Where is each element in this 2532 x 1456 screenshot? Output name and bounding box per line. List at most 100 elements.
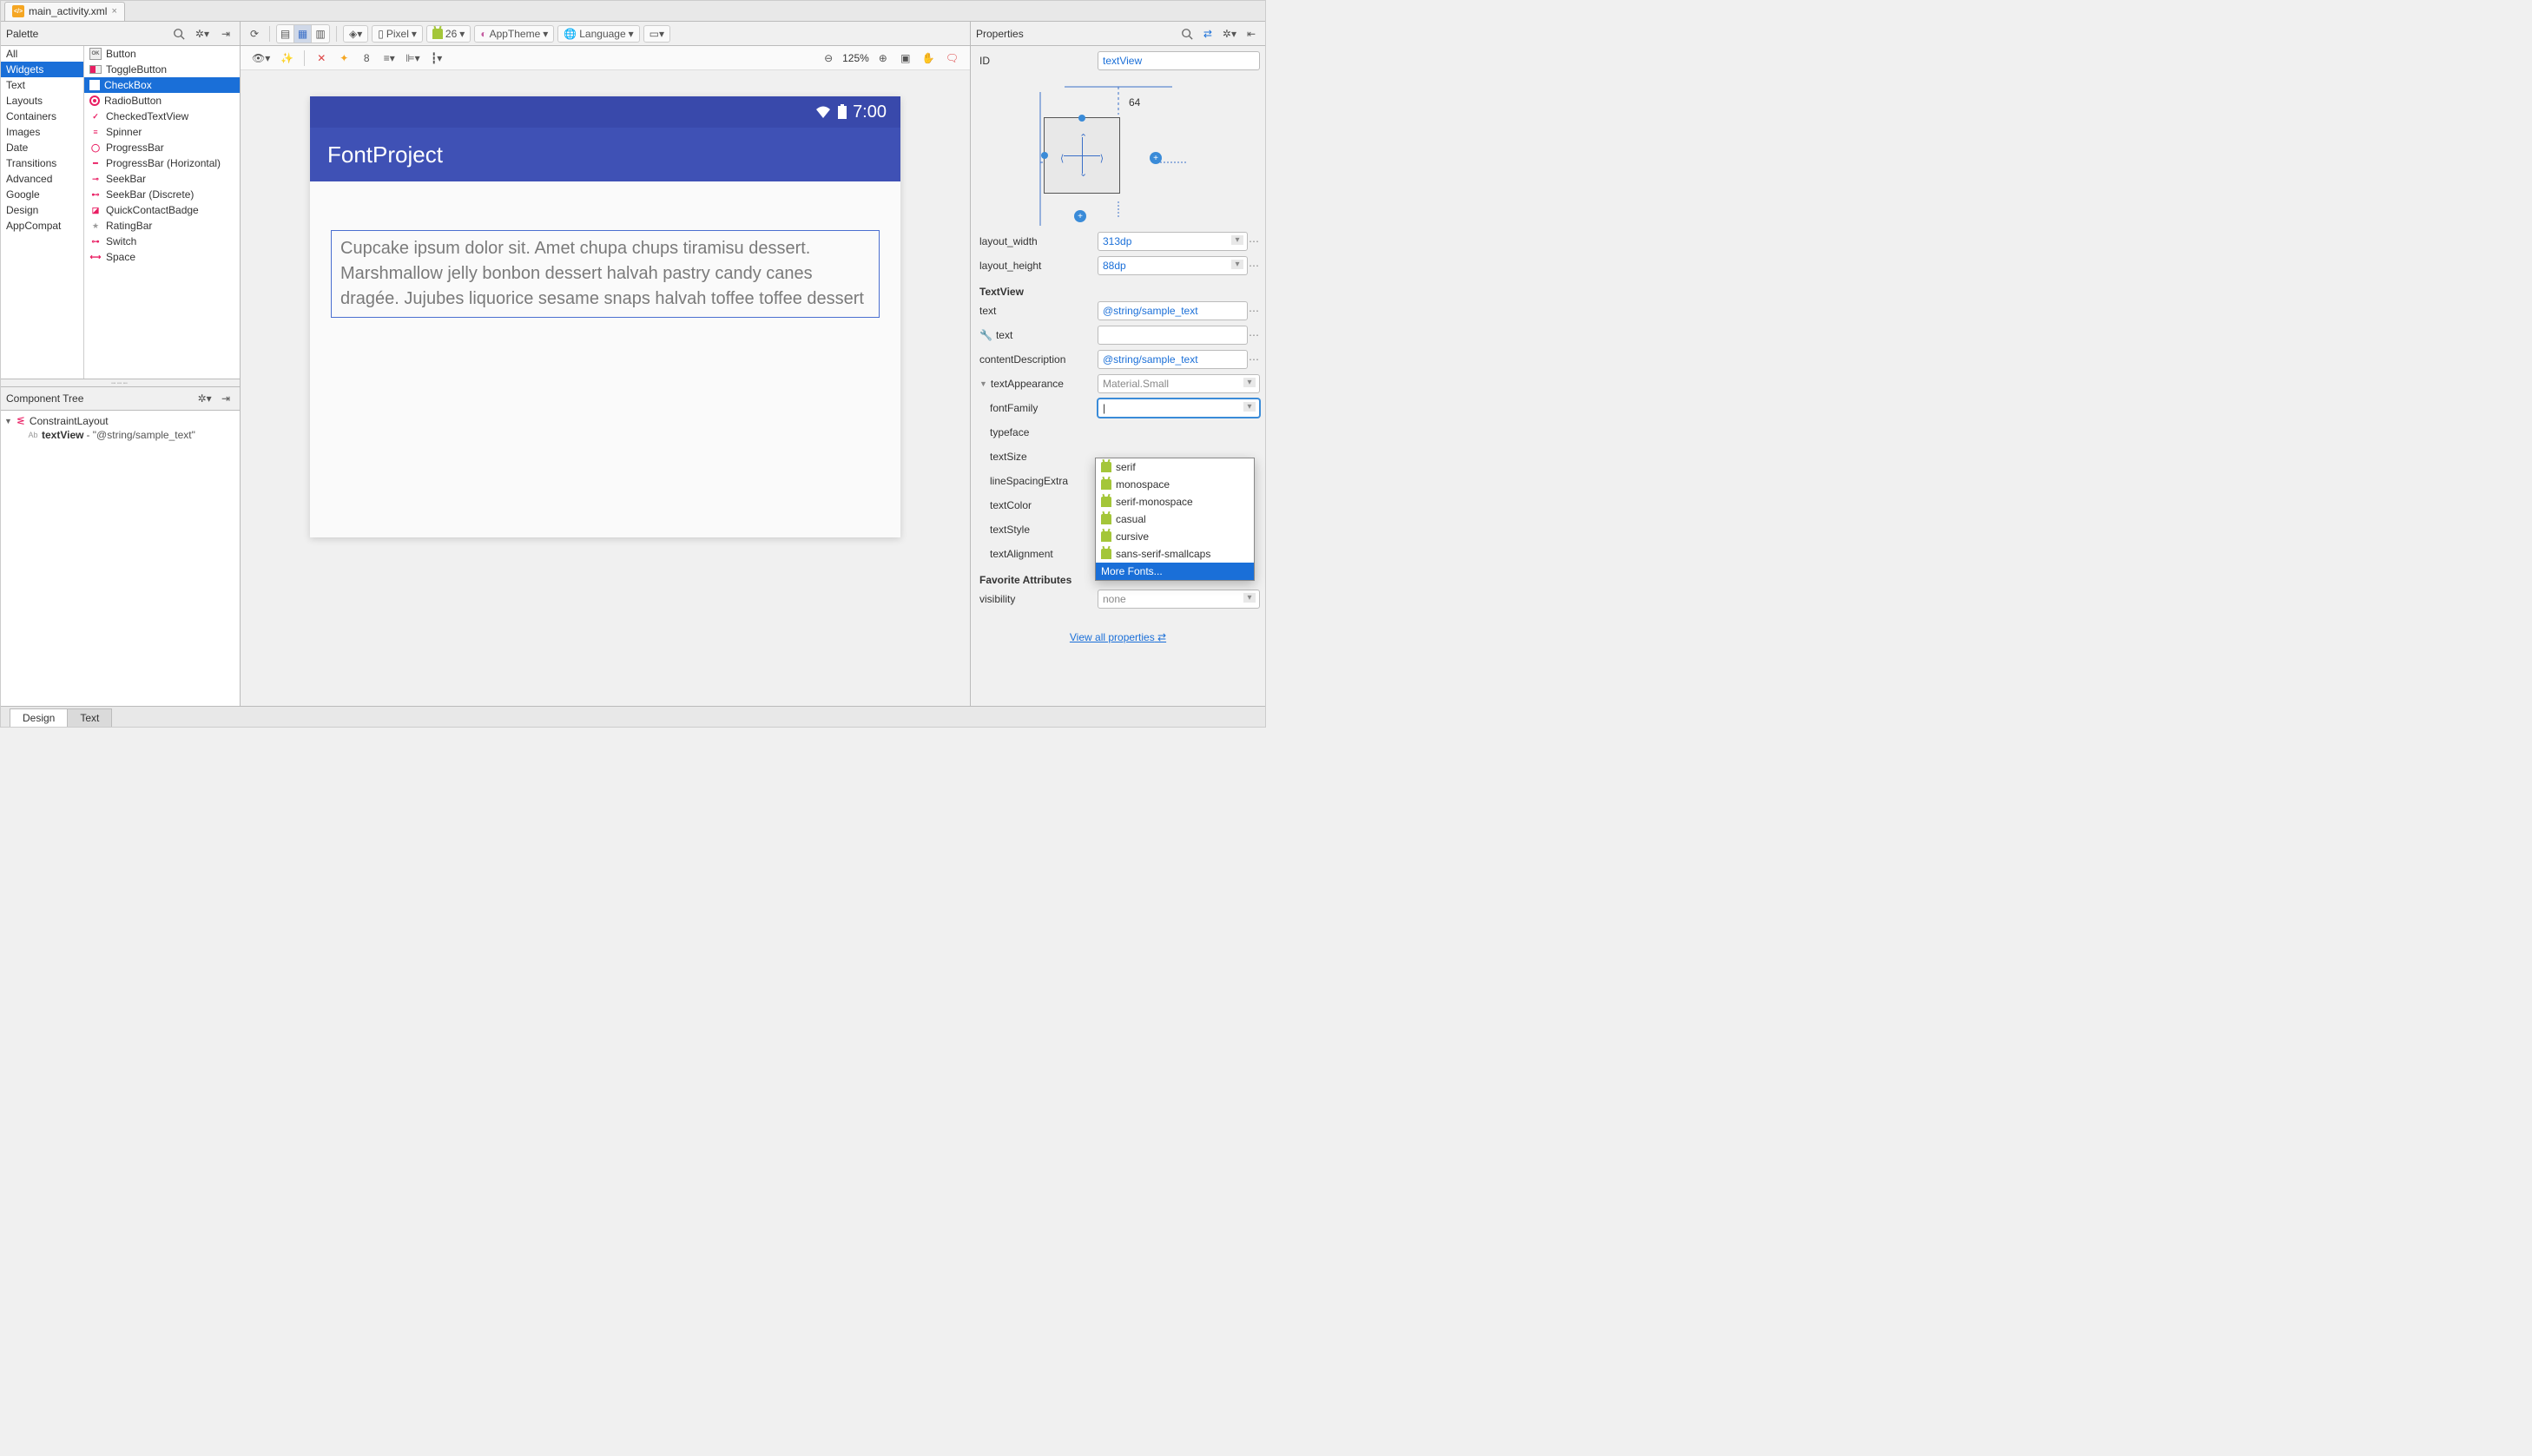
zoom-level: 125%	[842, 52, 869, 64]
android-icon	[1101, 514, 1111, 524]
magic-icon[interactable]: ✨	[278, 49, 296, 67]
guideline-icon[interactable]: ┇▾	[428, 49, 445, 67]
issues-icon[interactable]: 🗨	[943, 49, 961, 67]
text-field[interactable]: @string/sample_text	[1098, 301, 1248, 320]
palette-cat-all[interactable]: All	[1, 46, 83, 62]
more-icon[interactable]: ⋯	[1248, 235, 1260, 247]
drag-handle[interactable]: ┉┉┉	[1, 379, 240, 386]
palette-item-seekbar[interactable]: ⊸SeekBar	[84, 171, 240, 187]
infer-icon[interactable]: ✦	[335, 49, 353, 67]
palette-item-button[interactable]: OKButton	[84, 46, 240, 62]
palette-cat-text[interactable]: Text	[1, 77, 83, 93]
palette-item-switch[interactable]: ⊶Switch	[84, 234, 240, 249]
palette-item-ratingbar[interactable]: ★RatingBar	[84, 218, 240, 234]
api-dropdown[interactable]: 26▾	[426, 25, 471, 43]
palette-cat-date[interactable]: Date	[1, 140, 83, 155]
view-blueprint-icon[interactable]: ▦	[294, 25, 312, 43]
font-option-smallcaps[interactable]: sans-serif-smallcaps	[1096, 545, 1254, 563]
add-constraint-bottom[interactable]: +	[1074, 210, 1086, 222]
textstyle-label: textStyle	[976, 524, 1098, 536]
font-option-more[interactable]: More Fonts...	[1096, 563, 1254, 580]
more-icon[interactable]: ⋯	[1248, 305, 1260, 317]
more-icon[interactable]: ⋯	[1248, 260, 1260, 272]
gear-icon[interactable]: ✲▾	[195, 390, 214, 407]
palette-item-spinner[interactable]: ≡Spinner	[84, 124, 240, 140]
font-option-cursive[interactable]: cursive	[1096, 528, 1254, 545]
close-icon[interactable]: ×	[111, 6, 116, 16]
palette-cat-advanced[interactable]: Advanced	[1, 171, 83, 187]
pack-icon[interactable]: ⊫▾	[403, 49, 422, 67]
font-option-casual[interactable]: casual	[1096, 511, 1254, 528]
more-icon[interactable]: ⋯	[1248, 353, 1260, 366]
collapse-icon[interactable]: ⇥	[217, 390, 234, 407]
fontfamily-field[interactable]: |	[1098, 399, 1260, 418]
id-field[interactable]: textView	[1098, 51, 1260, 70]
theme-dropdown[interactable]: ◐AppTheme▾	[474, 25, 554, 43]
zoom-out-icon[interactable]: ⊖	[820, 49, 837, 67]
language-dropdown[interactable]: 🌐Language▾	[557, 25, 639, 43]
clear-constraints-icon[interactable]: ✕	[313, 49, 330, 67]
palette-item-radiobutton[interactable]: RadioButton	[84, 93, 240, 109]
palette-item-quickcontact[interactable]: ◪QuickContactBadge	[84, 202, 240, 218]
design-canvas[interactable]: 7:00 FontProject Cupcake ipsum dolor sit…	[241, 70, 970, 706]
zoom-in-icon[interactable]: ⊕	[874, 49, 892, 67]
tab-design[interactable]: Design	[10, 708, 68, 727]
palette-item-checkedtextview[interactable]: ✓CheckedTextView	[84, 109, 240, 124]
collapse-icon[interactable]: ⇥	[217, 25, 234, 43]
gear-icon[interactable]: ✲▾	[1220, 25, 1239, 43]
margin-default[interactable]: 8	[358, 49, 375, 67]
visibility-field[interactable]: none	[1098, 590, 1260, 609]
palette-cat-transitions[interactable]: Transitions	[1, 155, 83, 171]
more-icon[interactable]: ⋯	[1248, 329, 1260, 341]
view-both-icon[interactable]: ▥	[312, 25, 329, 43]
file-tab[interactable]: </> main_activity.xml ×	[4, 2, 125, 21]
tree-root[interactable]: ▼ ᓬ ConstraintLayout	[1, 414, 240, 428]
pan-icon[interactable]: ✋	[920, 49, 938, 67]
palette-item-progressbar[interactable]: ◯ProgressBar	[84, 140, 240, 155]
refresh-icon[interactable]: ⟳	[246, 25, 263, 43]
tree-child-textview[interactable]: Ab textView - "@string/sample_text"	[1, 428, 240, 442]
font-option-serif[interactable]: serif	[1096, 458, 1254, 476]
eye-icon[interactable]: 👁▾	[249, 49, 273, 67]
textview-widget[interactable]: Cupcake ipsum dolor sit. Amet chupa chup…	[331, 230, 880, 318]
gear-icon[interactable]: ✲▾	[193, 25, 212, 43]
search-icon[interactable]	[1178, 25, 1196, 43]
chevron-down-icon[interactable]: ▼	[4, 417, 12, 425]
search-icon[interactable]	[170, 25, 188, 43]
palette-cat-containers[interactable]: Containers	[1, 109, 83, 124]
orientation-dropdown[interactable]: ◈▾	[343, 25, 368, 43]
variants-icon[interactable]: ▭▾	[643, 25, 670, 43]
swap-icon[interactable]: ⇄	[1199, 25, 1217, 43]
typeface-label: typeface	[976, 426, 1098, 438]
textappearance-field[interactable]: Material.Small	[1098, 374, 1260, 393]
tab-text[interactable]: Text	[67, 708, 112, 727]
palette-cat-widgets[interactable]: Widgets	[1, 62, 83, 77]
contact-icon: ◪	[89, 204, 102, 216]
palette-cat-google[interactable]: Google	[1, 187, 83, 202]
font-option-monospace[interactable]: monospace	[1096, 476, 1254, 493]
device-dropdown[interactable]: ▯ Pixel▾	[372, 25, 423, 43]
zoom-fit-icon[interactable]: ▣	[897, 49, 914, 67]
view-all-properties-link[interactable]: View all properties ⇄	[1070, 631, 1166, 643]
view-design-icon[interactable]: ▤	[277, 25, 294, 43]
palette-item-seekbar-d[interactable]: ⊷SeekBar (Discrete)	[84, 187, 240, 202]
align-icon[interactable]: ≡▾	[380, 49, 398, 67]
palette-item-checkbox[interactable]: ✓CheckBox	[84, 77, 240, 93]
palette-cat-design[interactable]: Design	[1, 202, 83, 218]
constraint-icon: ᓬ	[15, 415, 27, 427]
layout-height-field[interactable]: 88dp	[1098, 256, 1248, 275]
palette-cat-images[interactable]: Images	[1, 124, 83, 140]
layout-width-field[interactable]: 313dp	[1098, 232, 1248, 251]
collapse-icon[interactable]: ⇤	[1243, 25, 1260, 43]
add-constraint-right[interactable]: +	[1150, 152, 1162, 164]
palette-item-space[interactable]: ⟷Space	[84, 249, 240, 265]
constraint-widget[interactable]: 64 32 ⟨ ⟩ ⌃ ⌄	[976, 76, 1260, 232]
palette-cat-layouts[interactable]: Layouts	[1, 93, 83, 109]
palette-cat-appcompat[interactable]: AppCompat	[1, 218, 83, 234]
palette-item-progressbar-h[interactable]: ━ProgressBar (Horizontal)	[84, 155, 240, 171]
tool-text-field[interactable]	[1098, 326, 1248, 345]
contentdescription-field[interactable]: @string/sample_text	[1098, 350, 1248, 369]
font-option-serif-monospace[interactable]: serif-monospace	[1096, 493, 1254, 511]
palette-item-togglebutton[interactable]: ToggleButton	[84, 62, 240, 77]
checkbox-icon: ✓	[89, 80, 100, 90]
